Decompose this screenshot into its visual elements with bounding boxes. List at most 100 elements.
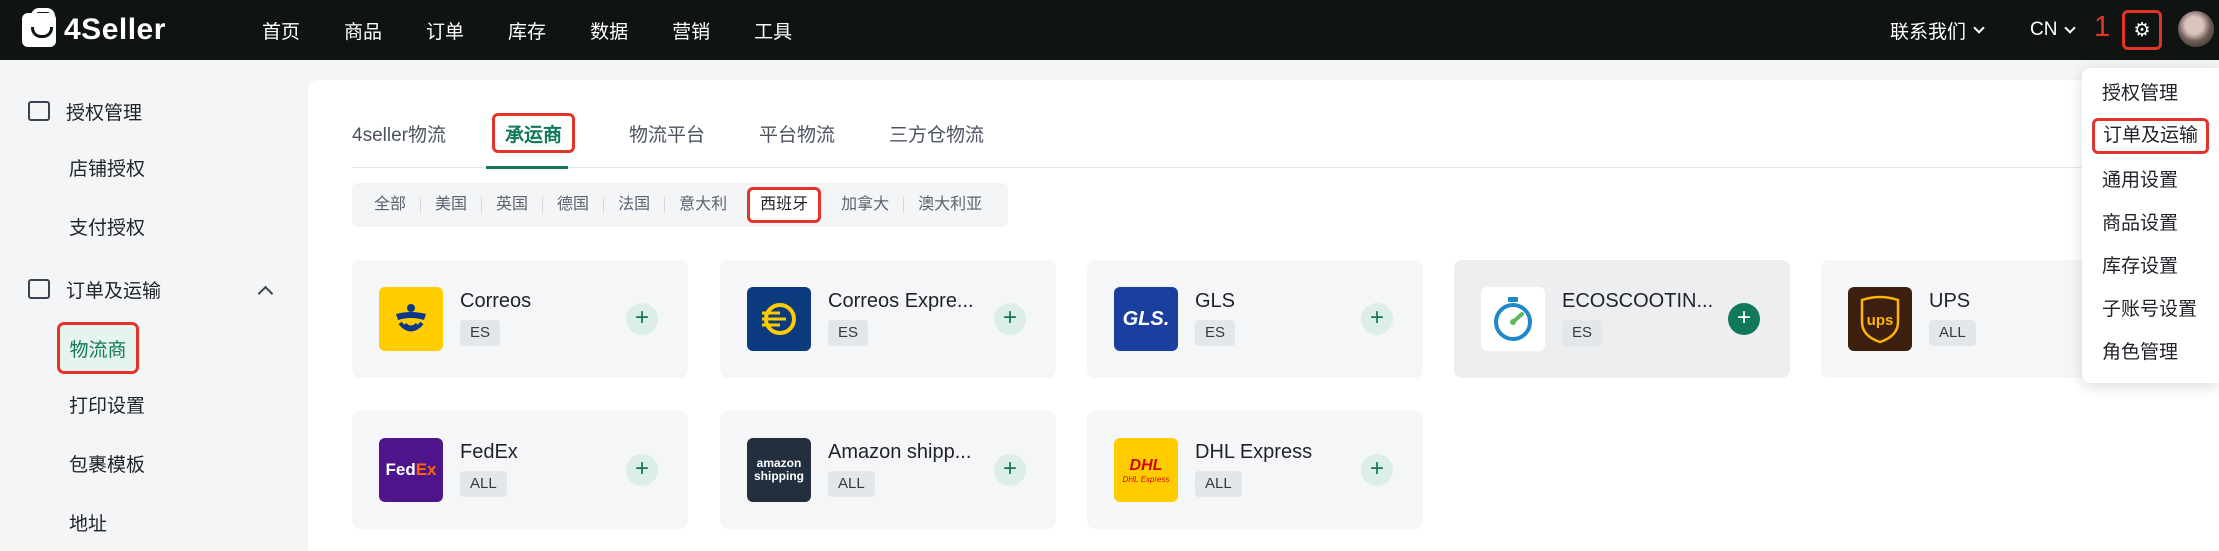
region-badge: ALL [828,471,875,497]
settings-button[interactable]: ⚙ [2122,10,2162,50]
carrier-card-fedex[interactable]: Fed Ex FedEx ALL + [352,411,688,529]
gear-icon: ⚙ [2128,16,2156,44]
region-badge: ALL [460,471,507,497]
nav-products[interactable]: 商品 [344,17,382,44]
ups-logo: ups [1848,287,1912,351]
tab-logistics-platform[interactable]: 物流平台 [629,113,705,153]
main-nav: 首页 商品 订单 库存 数据 营销 工具 [262,0,836,60]
carrier-card-ecoscooting[interactable]: ECOSCOOTIN... ES + [1454,260,1790,378]
chevron-down-icon [2064,21,2077,34]
carrier-name: FedEx [460,441,518,463]
carrier-name: ECOSCOOTIN... [1562,290,1714,312]
sidebar-item-address[interactable]: 地址 [69,510,107,540]
region-badge: ES [1195,320,1236,346]
ecoscooting-logo [1481,287,1545,351]
carrier-name: DHL Express [1195,441,1313,463]
carrier-card-dhl-express[interactable]: DHL DHL Express DHL Express ALL + [1087,411,1423,529]
region-badge: ALL [1929,320,1976,346]
country-fr[interactable]: 法国 [603,197,664,213]
tab-carriers[interactable]: 承运商 [491,113,575,153]
clipboard-icon [28,279,50,299]
correos-logo [379,287,443,351]
sidebar-group-label: 授权管理 [66,102,143,124]
shopping-bag-icon [22,8,56,47]
language-selector[interactable]: CN [2030,0,2077,60]
tab-platform-logistics[interactable]: 平台物流 [759,113,835,153]
country-es[interactable]: 西班牙 [747,187,822,223]
region-badge: ES [1562,320,1603,346]
menu-item-general-settings[interactable]: 通用设置 [2102,163,2178,199]
brand-name: 4Seller [64,13,166,46]
country-au[interactable]: 澳大利亚 [903,197,996,213]
carrier-card-amazon-shipping[interactable]: amazon shipping Amazon shipp... ALL + [720,411,1056,529]
tabs-divider [352,167,2202,168]
chevron-up-icon[interactable] [257,285,274,302]
region-badge: ALL [1195,471,1242,497]
country-us[interactable]: 美国 [420,197,481,213]
nav-marketing[interactable]: 营销 [672,17,710,44]
carrier-card-correos[interactable]: Correos ES + [352,260,688,378]
nav-inventory[interactable]: 库存 [508,17,546,44]
correos-express-logo [747,287,811,351]
sidebar-group-authorization[interactable]: 授权管理 [28,91,142,131]
add-carrier-button[interactable]: + [626,303,658,335]
sidebar-item-payment-auth[interactable]: 支付授权 [69,214,145,244]
carrier-name: GLS [1195,290,1236,312]
carrier-name: Amazon shipp... [828,441,972,463]
nav-orders[interactable]: 订单 [426,17,464,44]
sidebar-item-carriers[interactable]: 物流商 [57,322,139,374]
menu-item-role-management[interactable]: 角色管理 [2102,335,2178,371]
nav-tools[interactable]: 工具 [754,17,792,44]
gls-logo-text: GLS. [1122,307,1170,330]
region-badge: ES [828,320,869,346]
country-ca[interactable]: 加拿大 [827,197,903,213]
sidebar-item-label: 物流商 [69,339,127,361]
dhl-logo: DHL DHL Express [1114,438,1178,502]
step-marker-1: 1 [2094,11,2111,43]
add-carrier-button[interactable]: + [1361,454,1393,486]
menu-item-subaccount-settings[interactable]: 子账号设置 [2102,292,2197,328]
country-it[interactable]: 意大利 [664,197,741,213]
add-carrier-button[interactable]: + [994,454,1026,486]
add-carrier-button[interactable]: + [994,303,1026,335]
avatar[interactable] [2178,11,2214,47]
menu-item-orders-shipping[interactable]: 订单及运输 [2092,118,2210,154]
country-uk[interactable]: 英国 [481,197,542,213]
gls-logo: GLS. [1114,287,1178,351]
carrier-name: Correos Expre... [828,290,974,312]
tab-3pl-logistics[interactable]: 三方仓物流 [889,113,984,153]
chevron-down-icon [1973,21,1985,34]
add-carrier-button[interactable]: + [626,454,658,486]
add-carrier-button[interactable]: + [1361,303,1393,335]
active-tab-indicator [486,166,568,169]
dhl-logo-text: DHL [1129,456,1163,474]
fedex-logo-fed: Fed [385,460,416,479]
nav-data[interactable]: 数据 [590,17,628,44]
menu-item-authorization[interactable]: 授权管理 [2102,76,2178,112]
sidebar-item-store-auth[interactable]: 店铺授权 [69,155,145,185]
contact-us-menu[interactable]: 联系我们 [1890,0,1985,60]
carrier-card-correos-express[interactable]: Correos Expre... ES + [720,260,1056,378]
menu-item-product-settings[interactable]: 商品设置 [2102,206,2178,242]
settings-dropdown: 授权管理 订单及运输 通用设置 商品设置 库存设置 子账号设置 角色管理 [2082,68,2219,383]
top-navigation-bar: 4Seller 首页 商品 订单 库存 数据 营销 工具 联系我们 CN ⚙ [0,0,2219,60]
brand-logo[interactable]: 4Seller [22,8,166,48]
sidebar-item-print-settings[interactable]: 打印设置 [69,392,145,422]
tab-4seller-logistics[interactable]: 4seller物流 [352,113,446,153]
language-label: CN [2030,19,2058,40]
amazon-shipping-logo: amazon shipping [747,438,811,502]
sidebar-item-package-templates[interactable]: 包裹模板 [69,451,145,481]
add-carrier-button[interactable]: + [1728,303,1760,335]
menu-item-inventory-settings[interactable]: 库存设置 [2102,249,2178,285]
logistics-tabs: 4seller物流 承运商 物流平台 平台物流 三方仓物流 [352,110,1038,156]
nav-home[interactable]: 首页 [262,17,300,44]
carrier-name: Correos [460,290,532,312]
country-filter: 全部 美国 英国 德国 法国 意大利 西班牙 加拿大 澳大利亚 [352,183,1009,227]
dhl-logo-subtext: DHL Express [1122,474,1170,484]
carrier-name: UPS [1929,290,1971,312]
region-badge: ES [460,320,501,346]
sidebar-group-orders-shipping[interactable]: 订单及运输 [28,269,161,309]
country-de[interactable]: 德国 [542,197,603,213]
country-all[interactable]: 全部 [364,197,420,213]
carrier-card-gls[interactable]: GLS. GLS ES + [1087,260,1423,378]
